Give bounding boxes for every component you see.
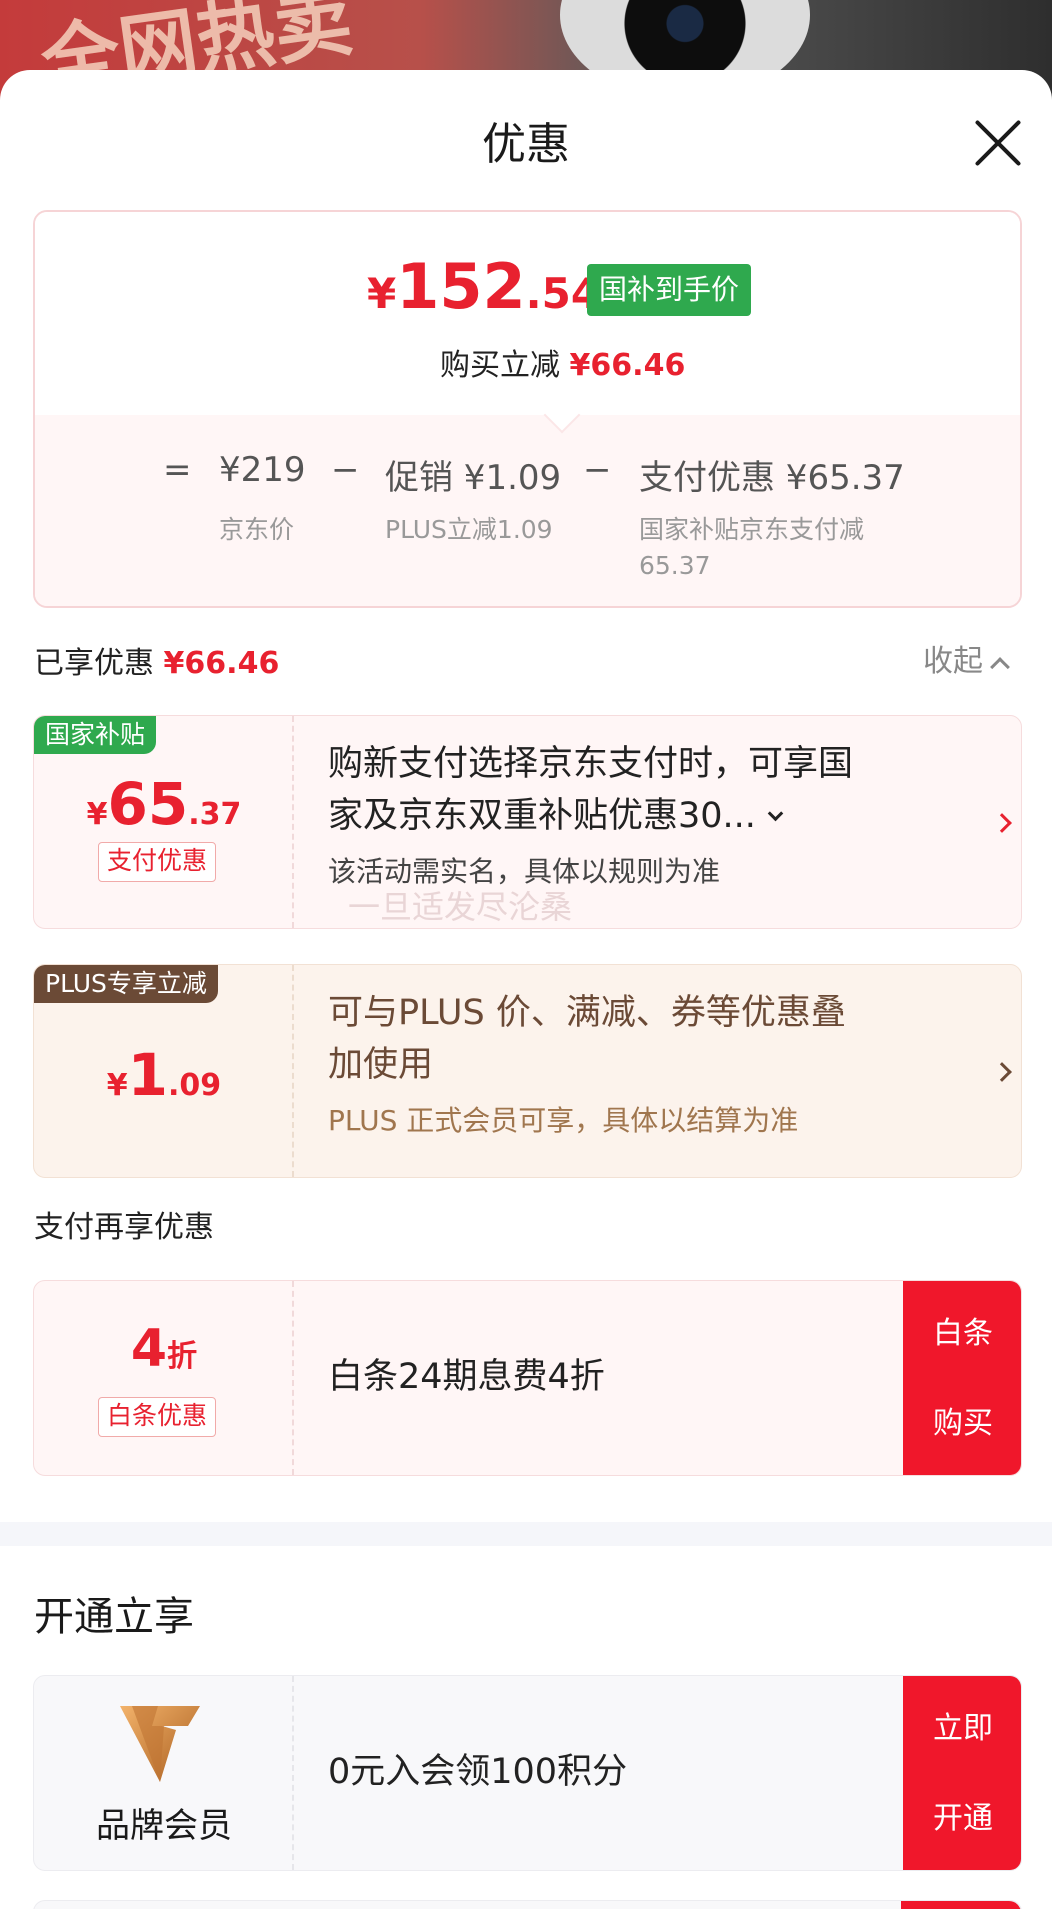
discount-sheet: 优惠 ¥152.54 国补到手价 购买立减 ¥66.46 = ¥219 京东价 … (0, 70, 1052, 1909)
price-summary-card: ¥152.54 国补到手价 购买立减 ¥66.46 = ¥219 京东价 − 促… (33, 210, 1022, 608)
enjoyed-discount-header: 已享优惠 ¥66.46 (34, 646, 280, 681)
watermark-text: 一旦适发尽沦桑 (348, 888, 573, 926)
subsidy-description: 购新支付选择京东支付时，可享国 家及京东双重补贴优惠30... (328, 744, 854, 836)
pay-more-title: 支付再享优惠 (34, 1210, 214, 1245)
baitiao-discount: 4折 (130, 1319, 198, 1379)
subsidy-tag: 国家补贴 (34, 716, 157, 754)
base-price-value: ¥219 (219, 450, 306, 490)
brand-member-label: 品牌会员 (96, 1806, 232, 1846)
minus-sign: − (331, 450, 360, 490)
subsidy-amount: ¥65.37 (86, 770, 242, 838)
collapse-button[interactable]: 收起 (923, 636, 1010, 680)
plus-description: 可与PLUS 价、满减、券等优惠叠 加使用 (328, 993, 846, 1085)
chevron-right-icon[interactable] (992, 813, 1012, 833)
pay-discount-label-1: 国家补贴京东支付减 (639, 515, 865, 544)
plus-coupon-card[interactable]: PLUS专享立减 ¥1.09 可与PLUS 价、满减、券等优惠叠 加使用 PLU… (33, 964, 1022, 1178)
member-description: 0元入会领100积分 (328, 1752, 628, 1792)
member-coupon-card: 品牌会员 0元入会领100积分 立即 开通 (33, 1675, 1022, 1871)
baitiao-buy-button[interactable]: 白条 购买 (903, 1281, 1021, 1475)
reduce-amount: 购买立减 ¥66.46 (440, 348, 686, 383)
next-card-peek (33, 1900, 1022, 1909)
plus-tag: PLUS专享立减 (34, 965, 218, 1003)
open-section-title: 开通立享 (34, 1594, 194, 1640)
close-icon[interactable] (973, 118, 1023, 168)
brand-member-logo-icon (120, 1706, 200, 1782)
section-divider (0, 1522, 1052, 1546)
chevron-up-icon (990, 656, 1010, 677)
baitiao-chip: 白条优惠 (98, 1397, 217, 1437)
baitiao-description: 白条24期息费4折 (328, 1357, 605, 1397)
equals-sign: = (163, 450, 192, 490)
chevron-right-icon[interactable] (992, 1062, 1012, 1082)
expand-icon[interactable] (767, 805, 784, 822)
promo-value: 促销 ¥1.09 (385, 458, 562, 498)
pay-discount-value: 支付优惠 ¥65.37 (639, 458, 905, 498)
pay-discount-label-2: 65.37 (639, 551, 711, 580)
open-member-button[interactable]: 立即 开通 (903, 1676, 1021, 1870)
promo-label: PLUS立减1.09 (385, 515, 553, 544)
baitiao-coupon-card: 4折 白条优惠 白条24期息费4折 白条 购买 (33, 1280, 1022, 1476)
plus-rule-note: PLUS 正式会员可享，具体以结算为准 (328, 1104, 799, 1137)
minus-sign: − (583, 450, 612, 490)
pay-discount-chip: 支付优惠 (98, 842, 217, 882)
subsidy-coupon-card[interactable]: 国家补贴 ¥65.37 支付优惠 购新支付选择京东支付时，可享国 家及京东双重补… (33, 715, 1022, 929)
subsidy-price-badge: 国补到手价 (587, 264, 752, 316)
plus-amount: ¥1.09 (106, 1041, 222, 1109)
final-price: ¥152.54 (367, 250, 601, 323)
base-price-label: 京东价 (219, 515, 295, 544)
sheet-title: 优惠 (482, 119, 570, 170)
